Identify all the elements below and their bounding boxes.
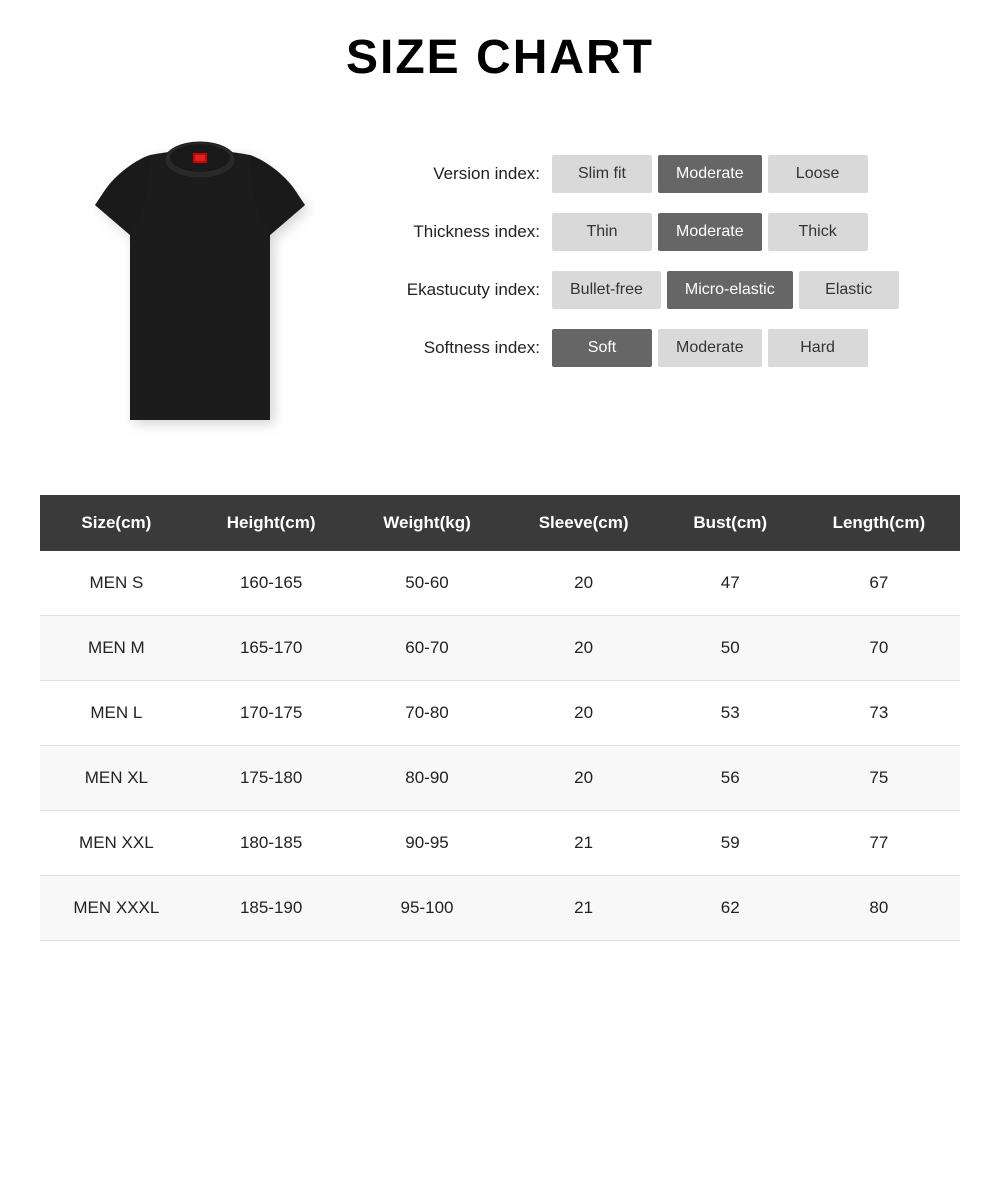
badge-0-0: Slim fit xyxy=(552,155,652,193)
table-row: MEN S160-16550-60204767 xyxy=(40,551,960,616)
table-header-4: Bust(cm) xyxy=(663,495,798,551)
table-cell-1-0: MEN M xyxy=(40,616,193,681)
table-cell-3-0: MEN XL xyxy=(40,746,193,811)
table-cell-3-5: 75 xyxy=(798,746,960,811)
table-cell-1-5: 70 xyxy=(798,616,960,681)
table-header-5: Length(cm) xyxy=(798,495,960,551)
index-row-1: Thickness index: ThinModerateThick xyxy=(380,213,960,251)
table-cell-0-5: 67 xyxy=(798,551,960,616)
table-header-1: Height(cm) xyxy=(193,495,350,551)
table-cell-4-2: 90-95 xyxy=(350,811,505,876)
index-badges-2: Bullet-freeMicro-elasticElastic xyxy=(552,271,899,309)
index-label-0: Version index: xyxy=(380,164,540,184)
table-cell-0-2: 50-60 xyxy=(350,551,505,616)
table-row: MEN XXL180-18590-95215977 xyxy=(40,811,960,876)
index-label-3: Softness index: xyxy=(380,338,540,358)
table-cell-1-1: 165-170 xyxy=(193,616,350,681)
size-table: Size(cm)Height(cm)Weight(kg)Sleeve(cm)Bu… xyxy=(40,495,960,941)
table-cell-4-0: MEN XXL xyxy=(40,811,193,876)
table-cell-5-4: 62 xyxy=(663,876,798,941)
table-row: MEN L170-17570-80205373 xyxy=(40,681,960,746)
table-cell-4-3: 21 xyxy=(505,811,663,876)
table-cell-3-4: 56 xyxy=(663,746,798,811)
table-cell-3-2: 80-90 xyxy=(350,746,505,811)
table-cell-2-5: 73 xyxy=(798,681,960,746)
table-cell-4-4: 59 xyxy=(663,811,798,876)
badge-3-0: Soft xyxy=(552,329,652,367)
page-title: SIZE CHART xyxy=(40,30,960,85)
tshirt-image xyxy=(40,125,360,445)
table-header-0: Size(cm) xyxy=(40,495,193,551)
table-cell-0-1: 160-165 xyxy=(193,551,350,616)
table-cell-3-3: 20 xyxy=(505,746,663,811)
table-row: MEN XXXL185-19095-100216280 xyxy=(40,876,960,941)
index-row-0: Version index: Slim fitModerateLoose xyxy=(380,155,960,193)
table-cell-3-1: 175-180 xyxy=(193,746,350,811)
table-cell-5-2: 95-100 xyxy=(350,876,505,941)
table-cell-0-4: 47 xyxy=(663,551,798,616)
badge-0-2: Loose xyxy=(768,155,868,193)
badge-2-2: Elastic xyxy=(799,271,899,309)
table-cell-5-1: 185-190 xyxy=(193,876,350,941)
index-label-1: Thickness index: xyxy=(380,222,540,242)
table-cell-2-2: 70-80 xyxy=(350,681,505,746)
table-row: MEN M165-17060-70205070 xyxy=(40,616,960,681)
table-header-2: Weight(kg) xyxy=(350,495,505,551)
index-label-2: Ekastucuty index: xyxy=(380,280,540,300)
badge-2-0: Bullet-free xyxy=(552,271,661,309)
table-header-3: Sleeve(cm) xyxy=(505,495,663,551)
top-section: Version index:Slim fitModerateLooseThick… xyxy=(40,125,960,445)
size-table-wrapper: Size(cm)Height(cm)Weight(kg)Sleeve(cm)Bu… xyxy=(40,495,960,941)
table-cell-1-3: 20 xyxy=(505,616,663,681)
index-badges-1: ThinModerateThick xyxy=(552,213,868,251)
badge-1-1: Moderate xyxy=(658,213,762,251)
badge-1-2: Thick xyxy=(768,213,868,251)
table-cell-1-2: 60-70 xyxy=(350,616,505,681)
table-cell-5-0: MEN XXXL xyxy=(40,876,193,941)
table-cell-4-1: 180-185 xyxy=(193,811,350,876)
table-cell-2-4: 53 xyxy=(663,681,798,746)
badge-3-2: Hard xyxy=(768,329,868,367)
index-row-3: Softness index: SoftModerateHard xyxy=(380,329,960,367)
badge-2-1: Micro-elastic xyxy=(667,271,793,309)
index-section: Version index:Slim fitModerateLooseThick… xyxy=(380,125,960,367)
index-badges-3: SoftModerateHard xyxy=(552,329,868,367)
table-cell-1-4: 50 xyxy=(663,616,798,681)
index-row-2: Ekastucuty index: Bullet-freeMicro-elasti… xyxy=(380,271,960,309)
badge-1-0: Thin xyxy=(552,213,652,251)
table-cell-2-1: 170-175 xyxy=(193,681,350,746)
table-row: MEN XL175-18080-90205675 xyxy=(40,746,960,811)
table-cell-2-3: 20 xyxy=(505,681,663,746)
badge-3-1: Moderate xyxy=(658,329,762,367)
table-cell-0-0: MEN S xyxy=(40,551,193,616)
table-cell-5-5: 80 xyxy=(798,876,960,941)
table-cell-0-3: 20 xyxy=(505,551,663,616)
badge-0-1: Moderate xyxy=(658,155,762,193)
index-badges-0: Slim fitModerateLoose xyxy=(552,155,868,193)
table-cell-4-5: 77 xyxy=(798,811,960,876)
table-cell-2-0: MEN L xyxy=(40,681,193,746)
table-cell-5-3: 21 xyxy=(505,876,663,941)
